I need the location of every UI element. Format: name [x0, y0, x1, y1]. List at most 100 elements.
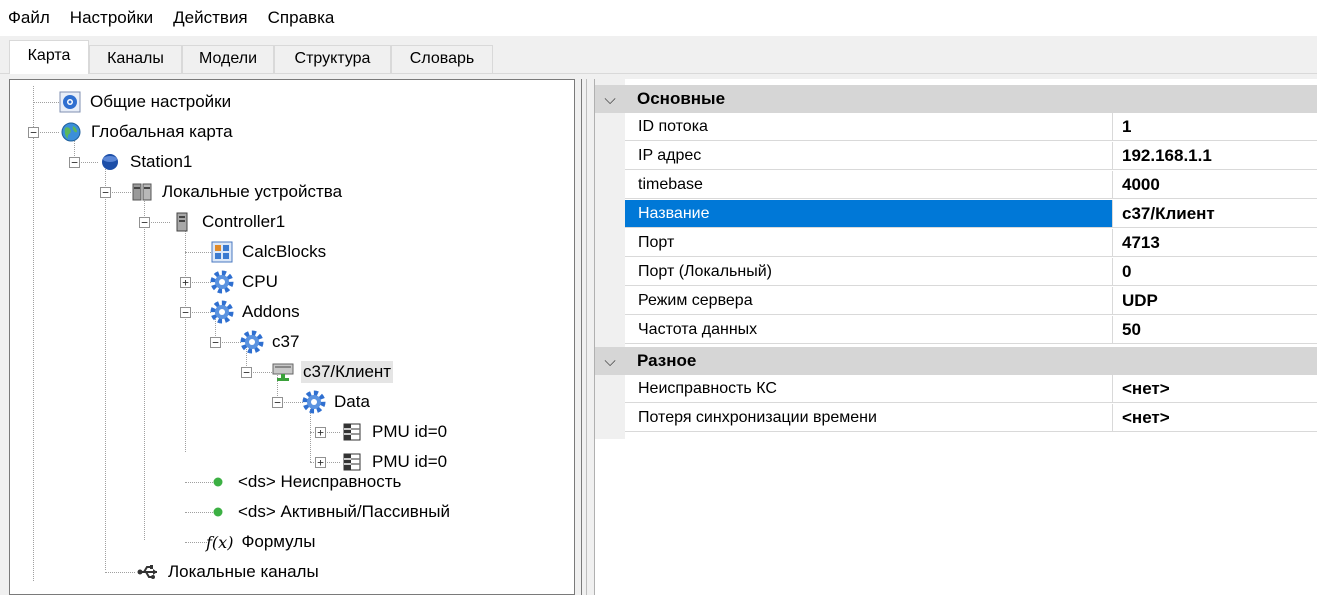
- tree-item-general-settings[interactable]: Общие настройки: [58, 87, 233, 117]
- object-tree[interactable]: − − − − + − − − − + + Общие настройки Гл…: [9, 79, 575, 595]
- tree-item-label: Глобальная карта: [91, 122, 233, 141]
- property-gutter: [595, 79, 625, 439]
- category-misc[interactable]: ⌵ Разное: [595, 347, 1317, 375]
- tree-line: [185, 252, 211, 253]
- property-row-data-rate[interactable]: Частота данных 50: [625, 316, 1317, 345]
- tab-channels[interactable]: Каналы: [89, 45, 182, 73]
- tab-models[interactable]: Модели: [182, 45, 274, 73]
- property-name: Неисправность КС: [625, 375, 1113, 403]
- gear-icon: [210, 270, 234, 294]
- tree-item-ds-fault[interactable]: <ds> Неисправность: [206, 467, 403, 497]
- property-row-ip-address[interactable]: IP адрес 192.168.1.1: [625, 142, 1317, 171]
- tree-item-controller[interactable]: Controller1: [170, 207, 287, 237]
- collapse-toggle[interactable]: −: [210, 337, 221, 348]
- tree-item-label: Addons: [242, 302, 300, 321]
- collapse-toggle[interactable]: −: [69, 157, 80, 168]
- tree-item-data[interactable]: Data: [302, 387, 372, 417]
- property-value[interactable]: 0: [1113, 258, 1317, 286]
- collapse-toggle[interactable]: −: [100, 187, 111, 198]
- property-row-stream-id[interactable]: ID потока 1: [625, 113, 1317, 142]
- tree-item-ds-active[interactable]: <ds> Активный/Пассивный: [206, 497, 452, 527]
- menu-help[interactable]: Справка: [258, 8, 345, 28]
- tab-strip-line: [0, 73, 1317, 74]
- menu-file[interactable]: Файл: [0, 8, 60, 28]
- property-row-name[interactable]: Название c37/Клиент: [625, 200, 1317, 229]
- chevron-down-icon[interactable]: ⌵: [595, 91, 625, 108]
- tree-item-station[interactable]: Station1: [98, 147, 194, 177]
- property-value[interactable]: <нет>: [1113, 404, 1317, 432]
- property-name: Название: [625, 200, 1113, 228]
- splitter-edge: [586, 79, 587, 595]
- chevron-down-icon[interactable]: ⌵: [595, 353, 625, 370]
- tree-item-label: c37: [272, 332, 300, 351]
- property-row-port[interactable]: Порт 4713: [625, 229, 1317, 258]
- green-dot-icon: [206, 470, 230, 494]
- tree-line: [105, 162, 106, 570]
- menu-actions[interactable]: Действия: [163, 8, 257, 28]
- tree-item-label: c37/Клиент: [301, 361, 394, 383]
- settings-globe-icon: [58, 90, 82, 114]
- server-icon: [170, 210, 194, 234]
- property-value[interactable]: 4000: [1113, 171, 1317, 199]
- property-value[interactable]: <нет>: [1113, 375, 1317, 403]
- tree-item-label: Локальные каналы: [168, 562, 319, 581]
- collapse-toggle[interactable]: −: [28, 127, 39, 138]
- property-row-local-port[interactable]: Порт (Локальный) 0: [625, 258, 1317, 287]
- property-value[interactable]: 1: [1113, 113, 1317, 141]
- property-value[interactable]: 50: [1113, 316, 1317, 344]
- property-name: Частота данных: [625, 316, 1113, 344]
- tree-item-label: Общие настройки: [90, 92, 232, 111]
- tree-item-cpu[interactable]: CPU: [210, 267, 280, 297]
- property-row-ks-fault[interactable]: Неисправность КС <нет>: [625, 375, 1317, 404]
- property-value[interactable]: 4713: [1113, 229, 1317, 257]
- property-row-server-mode[interactable]: Режим сервера UDP: [625, 287, 1317, 316]
- tree-item-c37[interactable]: c37: [240, 327, 301, 357]
- tree-item-global-map[interactable]: Глобальная карта: [59, 117, 235, 147]
- formula-icon: f(x): [206, 532, 234, 552]
- property-name: IP адрес: [625, 142, 1113, 170]
- tree-item-formulas[interactable]: f(x) Формулы: [206, 527, 317, 557]
- panel-splitter[interactable]: [575, 79, 593, 595]
- collapse-toggle[interactable]: −: [180, 307, 191, 318]
- tree-item-label: CalcBlocks: [242, 242, 327, 261]
- calcblocks-icon: [210, 240, 234, 264]
- tree-item-c37-client[interactable]: c37/Клиент: [271, 357, 394, 387]
- tree-item-label: CPU: [242, 272, 278, 291]
- tree-item-addons[interactable]: Addons: [210, 297, 302, 327]
- tree-item-calcblocks[interactable]: CalcBlocks: [210, 237, 328, 267]
- property-value[interactable]: c37/Клиент: [1113, 200, 1317, 228]
- tab-dictionary[interactable]: Словарь: [391, 45, 493, 73]
- tree-item-label: Формулы: [241, 532, 316, 551]
- station-icon: [98, 150, 122, 174]
- tree-line: [33, 102, 59, 103]
- collapse-toggle[interactable]: −: [139, 217, 150, 228]
- property-name: Порт (Локальный): [625, 258, 1113, 286]
- property-name: Потеря синхронизации времени: [625, 404, 1113, 432]
- category-label: Основные: [637, 89, 726, 108]
- tree-item-local-devices[interactable]: Локальные устройства: [130, 177, 344, 207]
- category-label: Разное: [637, 351, 697, 370]
- property-row-timebase[interactable]: timebase 4000: [625, 171, 1317, 200]
- property-value[interactable]: 192.168.1.1: [1113, 142, 1317, 170]
- green-dot-icon: [206, 500, 230, 524]
- tree-item-label: <ds> Неисправность: [238, 472, 402, 491]
- network-client-icon: [271, 360, 295, 384]
- collapse-toggle[interactable]: −: [272, 397, 283, 408]
- property-value[interactable]: UDP: [1113, 287, 1317, 315]
- usb-icon: [136, 560, 160, 584]
- category-main[interactable]: ⌵ Основные: [595, 85, 1317, 113]
- tab-map[interactable]: Карта: [9, 40, 89, 74]
- expand-toggle[interactable]: +: [180, 277, 191, 288]
- property-grid[interactable]: ⌵ Основные ID потока 1 IP адрес 192.168.…: [594, 79, 1317, 595]
- menu-settings[interactable]: Настройки: [60, 8, 163, 28]
- tree-item-pmu[interactable]: PMU id=0: [340, 417, 449, 447]
- property-name: timebase: [625, 171, 1113, 199]
- table-icon: [340, 420, 364, 444]
- property-row-time-sync-loss[interactable]: Потеря синхронизации времени <нет>: [625, 404, 1317, 433]
- tree-item-local-channels[interactable]: Локальные каналы: [136, 557, 321, 587]
- collapse-toggle[interactable]: −: [241, 367, 252, 378]
- tab-structure[interactable]: Структура: [274, 45, 391, 73]
- expand-toggle[interactable]: +: [315, 427, 326, 438]
- gear-icon: [302, 390, 326, 414]
- tree-item-label: Station1: [130, 152, 193, 171]
